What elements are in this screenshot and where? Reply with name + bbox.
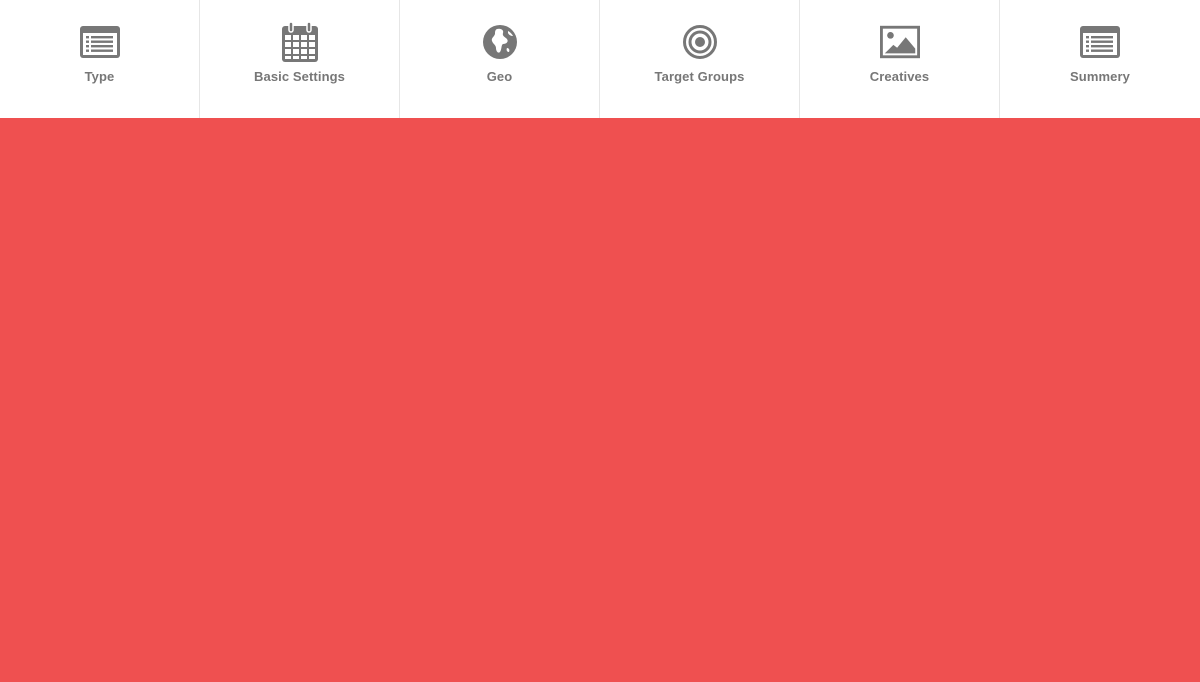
step-target-groups[interactable]: Target Groups xyxy=(600,0,800,118)
step-label-type: Type xyxy=(84,69,115,84)
calendar-icon xyxy=(280,22,320,62)
list-card-icon xyxy=(79,22,120,62)
image-icon xyxy=(879,22,920,62)
globe-icon xyxy=(480,22,520,62)
wizard-step-nav: Type Basic Settings Geo Target Groups Cr… xyxy=(0,0,1200,118)
step-label-creatives: Creatives xyxy=(869,69,930,84)
step-content-area xyxy=(0,118,1200,682)
step-label-basic-settings: Basic Settings xyxy=(254,69,345,84)
list-card-icon xyxy=(1080,22,1120,62)
target-icon xyxy=(680,22,720,62)
step-label-geo: Geo xyxy=(486,69,513,84)
step-label-target-groups: Target Groups xyxy=(654,69,745,84)
step-label-summery: Summery xyxy=(1070,69,1130,84)
step-basic-settings[interactable]: Basic Settings xyxy=(200,0,400,118)
step-geo[interactable]: Geo xyxy=(400,0,600,118)
step-type[interactable]: Type xyxy=(0,0,200,118)
step-creatives[interactable]: Creatives xyxy=(800,0,1000,118)
step-summery[interactable]: Summery xyxy=(1000,0,1200,118)
